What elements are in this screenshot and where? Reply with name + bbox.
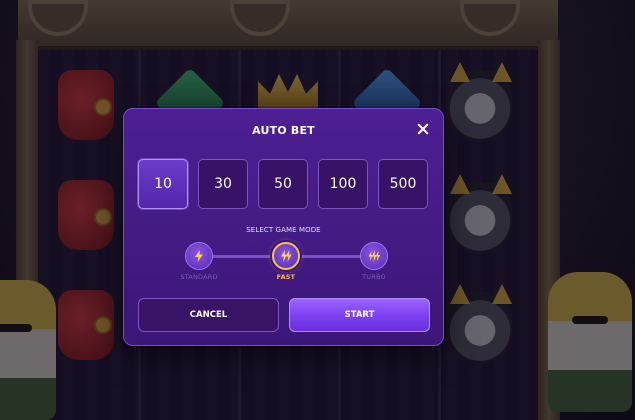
bet-amount-options: 10 30 50 100 500 (138, 159, 428, 209)
lightning-icon (195, 250, 203, 262)
amount-option-50[interactable]: 50 (258, 159, 308, 209)
triple-lightning-icon (368, 250, 381, 262)
amount-option-10[interactable]: 10 (138, 159, 188, 209)
auto-bet-modal: AUTO BET 10 30 50 100 500 SELECT GAME MO… (123, 108, 444, 346)
mode-turbo-label: TURBO (362, 273, 386, 281)
mode-standard-button[interactable] (185, 242, 213, 270)
amount-option-500[interactable]: 500 (378, 159, 428, 209)
game-mode-label: SELECT GAME MODE (246, 226, 321, 234)
cancel-button[interactable]: CANCEL (138, 298, 279, 332)
double-lightning-icon (281, 250, 292, 262)
mode-fast-button[interactable] (272, 242, 300, 270)
mode-turbo-button[interactable] (360, 242, 388, 270)
amount-option-30[interactable]: 30 (198, 159, 248, 209)
amount-option-100[interactable]: 100 (318, 159, 368, 209)
modal-title: AUTO BET (252, 124, 315, 137)
start-button[interactable]: START (289, 298, 430, 332)
mode-standard-label: STANDARD (180, 273, 218, 281)
mode-fast-label: FAST (276, 273, 296, 281)
close-icon[interactable] (416, 122, 430, 136)
